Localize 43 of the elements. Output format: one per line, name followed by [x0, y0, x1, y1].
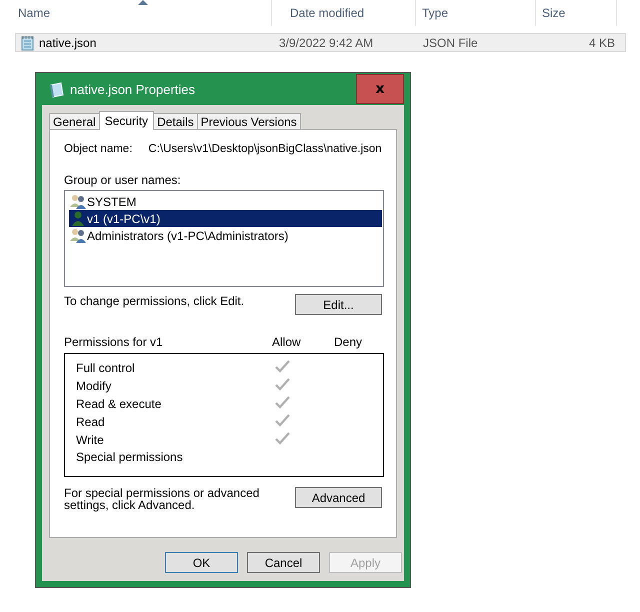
dialog-button[interactable]: OK	[165, 552, 238, 573]
file-row[interactable]: native.json 3/9/2022 9:42 AM JSON File 4 KB	[15, 33, 626, 52]
document-icon	[20, 34, 35, 50]
type-cell-text: JSON File	[422, 36, 479, 50]
advanced-button[interactable]: Advanced	[295, 487, 382, 508]
tab[interactable]: Details	[153, 113, 198, 129]
date-cell-text: 3/9/2022 9:42 AM	[278, 36, 374, 50]
column-header: Deny	[334, 335, 364, 349]
document-icon	[48, 80, 64, 98]
user-name: Administrators (v1-PC\Administrators)	[87, 228, 288, 242]
section-label: Group or user names:	[64, 173, 182, 187]
permission-name: Read & execute	[76, 396, 162, 410]
user-item[interactable]: v1 (v1-PC\v1)	[69, 210, 382, 227]
file-name: native.json	[39, 36, 96, 50]
user-name: v1 (v1-PC\v1)	[87, 212, 160, 226]
tab[interactable]: Security	[98, 111, 154, 130]
column-header: Allow	[272, 335, 302, 349]
user-name: SYSTEM	[87, 194, 136, 208]
permission-name: Special permissions	[76, 450, 184, 464]
close-button[interactable]: x	[356, 74, 404, 104]
section-label: Permissions for v1	[64, 335, 164, 349]
edit-button[interactable]: Edit...	[295, 294, 382, 315]
permission-name: Modify	[76, 378, 112, 392]
permission-name: Write	[76, 432, 105, 446]
user-icon	[70, 211, 86, 226]
object-path: C:\Users\v1\Desktop\jsonBigClass\native.json	[148, 143, 382, 155]
column-header[interactable]: Size	[536, 0, 617, 26]
column-header[interactable]: Date modified	[272, 0, 416, 26]
users-icon	[70, 194, 86, 209]
permission-name: Full control	[76, 360, 136, 374]
field-label: Object name:	[64, 143, 132, 155]
user-item[interactable]: Administrators (v1-PC\Administrators)	[69, 227, 382, 244]
hint-text: For special permissions or advanced settings, click Advanced.	[64, 487, 260, 511]
tab[interactable]: Previous Versions	[196, 113, 301, 129]
user-item[interactable]: SYSTEM	[69, 193, 382, 210]
permission-name: Read	[76, 414, 106, 428]
dialog-button[interactable]: Cancel	[247, 552, 320, 573]
size-cell-text: 4 KB	[588, 36, 616, 50]
tab[interactable]: General	[49, 113, 100, 129]
hint-text: To change permissions, click Edit.	[64, 294, 244, 308]
users-icon	[70, 228, 86, 243]
column-header[interactable]: Type	[416, 0, 536, 26]
window-title: native.json Properties	[70, 82, 196, 96]
